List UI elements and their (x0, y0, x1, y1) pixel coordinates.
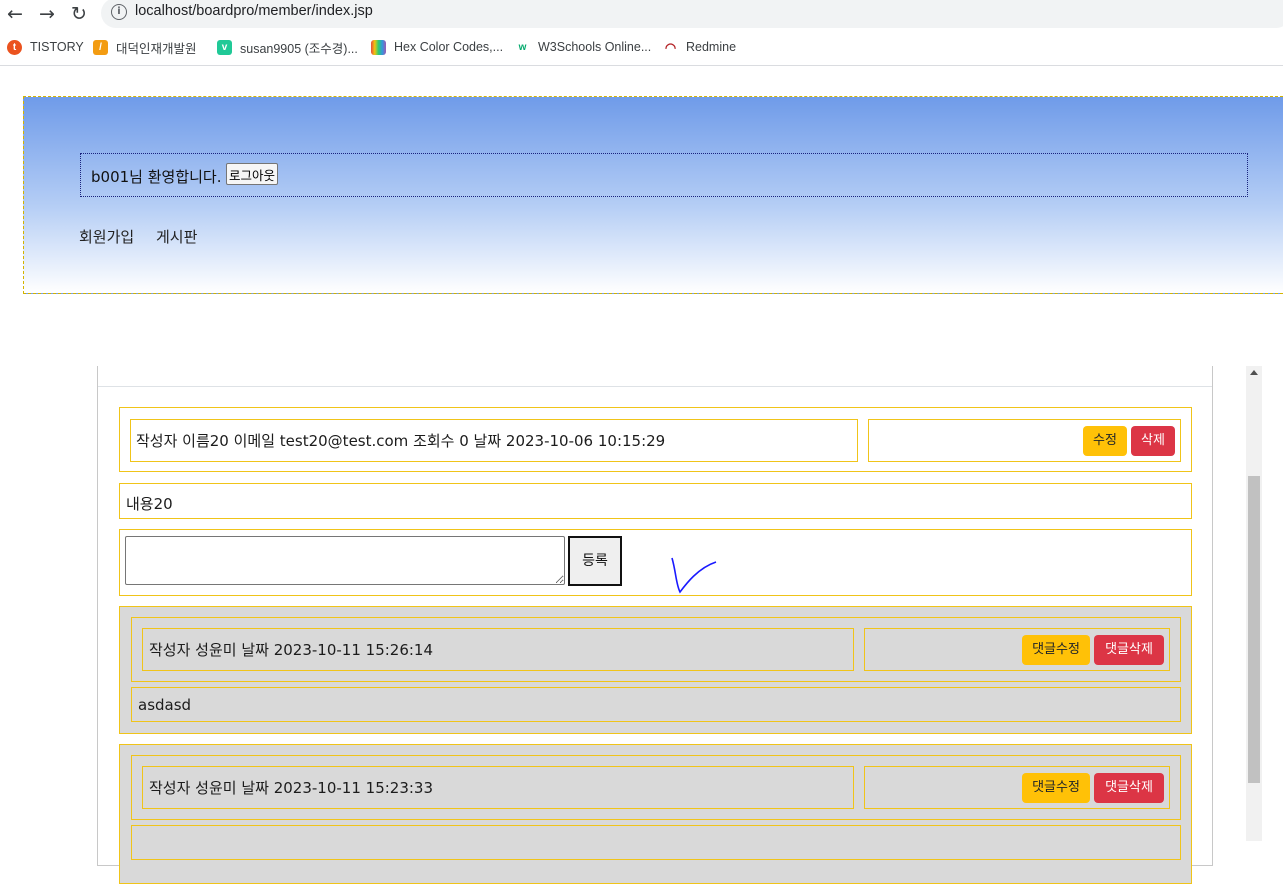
reply-actions-box: 댓글수정 댓글삭제 (864, 628, 1170, 671)
reload-icon[interactable]: ↻ (67, 2, 91, 26)
daedeok-icon: / (93, 39, 108, 55)
reply-form: 등록 (119, 529, 1192, 596)
reply-content-box: asdasd (131, 687, 1181, 722)
bookmark-label: susan9905 (조수경)... (240, 41, 358, 56)
post-edit-button[interactable]: 수정 (1083, 426, 1127, 456)
bookmark-label: 대덕인재개발원 (116, 41, 197, 56)
reply-delete-button[interactable]: 댓글삭제 (1094, 635, 1164, 665)
bookmarks-bar: t TISTORY / 대덕인재개발원 v susan9905 (조수경)...… (0, 33, 1283, 66)
reply-content-text: asdasd (138, 696, 192, 714)
bookmark-redmine[interactable]: ◠ Redmine (663, 38, 736, 56)
info-icon[interactable]: i (111, 4, 127, 20)
hex-color-icon (371, 39, 386, 55)
url-box[interactable]: i localhost/boardpro/member/index.jsp (101, 0, 1283, 28)
url-text: localhost/boardpro/member/index.jsp (135, 3, 373, 19)
redmine-icon: ◠ (664, 39, 677, 55)
reply-submit-button[interactable]: 등록 (568, 536, 622, 586)
post-content-text: 내용20 (126, 495, 173, 513)
reply-delete-button[interactable]: 댓글삭제 (1094, 773, 1164, 803)
reply-meta-box: 작성자 성윤미 날짜 2023-10-11 15:26:14 (142, 628, 854, 671)
bookmark-tistory[interactable]: t TISTORY (7, 38, 84, 56)
reply-meta-box: 작성자 성윤미 날짜 2023-10-11 15:23:33 (142, 766, 854, 809)
back-arrow-icon[interactable]: ← (3, 2, 27, 26)
bookmark-label: TISTORY (30, 40, 84, 54)
velog-icon: v (217, 39, 232, 55)
bookmark-label: Hex Color Codes,... (394, 40, 504, 54)
bookmark-label: Redmine (686, 40, 737, 54)
post-actions-box: 수정 삭제 (868, 419, 1181, 462)
reply-meta-text: 작성자 성윤미 날짜 2023-10-11 15:23:33 (149, 779, 434, 797)
reply-edit-button[interactable]: 댓글수정 (1022, 773, 1090, 803)
reply-item: 작성자 성윤미 날짜 2023-10-11 15:26:14 댓글수정 댓글삭제… (119, 606, 1192, 734)
bookmark-hex-colors[interactable]: Hex Color Codes,... (371, 38, 503, 56)
post-meta-row: 작성자 이름20 이메일 test20@test.com 조회수 0 날짜 20… (119, 407, 1192, 472)
reply-content-box (131, 825, 1181, 860)
post-detail-modal: 작성자 이름20 이메일 test20@test.com 조회수 0 날짜 20… (97, 366, 1213, 884)
bookmark-daedeok[interactable]: / 대덕인재개발원 (93, 38, 197, 56)
tistory-icon: t (7, 39, 22, 55)
browser-address-bar: ← → ↻ i localhost/boardpro/member/index.… (0, 0, 1283, 28)
reply-meta-text: 작성자 성윤미 날짜 2023-10-11 15:26:14 (149, 641, 434, 659)
reply-item: 작성자 성윤미 날짜 2023-10-11 15:23:33 댓글수정 댓글삭제 (119, 744, 1192, 884)
scroll-thumb[interactable] (1248, 476, 1260, 783)
checkmark-scribble-icon (671, 557, 717, 594)
post-meta-box: 작성자 이름20 이메일 test20@test.com 조회수 0 날짜 20… (130, 419, 858, 462)
welcome-box: b001님 환영합니다. 로그아웃 (80, 153, 1248, 197)
menu-board[interactable]: 게시판 (156, 226, 197, 247)
logout-button[interactable]: 로그아웃 (226, 163, 279, 185)
bookmark-label: W3Schools Online... (538, 40, 652, 54)
scroll-up-arrow-icon[interactable] (1250, 370, 1258, 375)
reply-edit-button[interactable]: 댓글수정 (1022, 635, 1090, 665)
w3schools-icon: w (518, 41, 527, 53)
modal-scrollbar[interactable] (1246, 366, 1262, 841)
post-content-box: 내용20 (119, 483, 1192, 519)
post-delete-button[interactable]: 삭제 (1131, 426, 1175, 456)
modal-header (98, 366, 1212, 387)
welcome-text: b001님 환영합니다. (91, 168, 222, 186)
menu-join[interactable]: 회원가입 (79, 226, 134, 247)
forward-arrow-icon[interactable]: → (35, 2, 59, 26)
reply-actions-box: 댓글수정 댓글삭제 (864, 766, 1170, 809)
reply-meta-row: 작성자 성윤미 날짜 2023-10-11 15:26:14 댓글수정 댓글삭제 (131, 617, 1181, 682)
post-meta-text: 작성자 이름20 이메일 test20@test.com 조회수 0 날짜 20… (136, 432, 666, 450)
page-header: b001님 환영합니다. 로그아웃 회원가입 게시판 (23, 96, 1283, 294)
bookmark-w3schools[interactable]: w W3Schools Online... (515, 38, 652, 56)
bookmark-velog[interactable]: v susan9905 (조수경)... (217, 38, 358, 56)
reply-textarea[interactable] (125, 536, 565, 585)
reply-meta-row: 작성자 성윤미 날짜 2023-10-11 15:23:33 댓글수정 댓글삭제 (131, 755, 1181, 820)
